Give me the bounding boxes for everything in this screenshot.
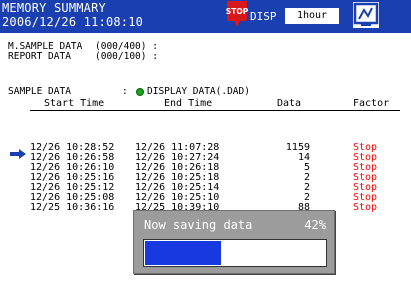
screen-title: MEMORY SUMMARY 2006/12/26 11:08:10 — [2, 1, 144, 29]
monitor-icon[interactable] — [353, 2, 379, 28]
stop-icon: STOP — [225, 1, 249, 27]
report-label: REPORT DATA — [8, 51, 71, 62]
row-start: 12/25 10:36:16 — [30, 202, 115, 213]
progress-bar — [143, 239, 327, 267]
title-bar: MEMORY SUMMARY 2006/12/26 11:08:10 STOP … — [0, 0, 411, 33]
saving-message: Now saving data — [144, 218, 253, 232]
sample-data-colon: : — [122, 86, 128, 97]
progress-fill — [145, 241, 221, 265]
row-factor: Stop — [353, 202, 378, 213]
report-value: (000/100) : — [95, 51, 158, 62]
disp-label: DISP — [250, 10, 277, 23]
saving-percent: 42% — [304, 218, 326, 232]
sample-data-label: SAMPLE DATA — [8, 86, 71, 97]
col-data: Data — [277, 98, 302, 109]
saving-dialog: Now saving data 42% — [133, 210, 335, 274]
interval-button[interactable]: 1hour — [285, 8, 339, 24]
sample-data-value: DISPLAY DATA(.DAD) — [147, 86, 250, 97]
col-factor: Factor — [353, 98, 390, 109]
green-dot-icon — [136, 88, 144, 96]
col-end-time: End Time — [164, 98, 213, 109]
arrow-right-icon — [10, 144, 26, 163]
col-start-time: Start Time — [44, 98, 105, 109]
svg-text:STOP: STOP — [226, 7, 249, 16]
header-divider — [30, 110, 400, 111]
